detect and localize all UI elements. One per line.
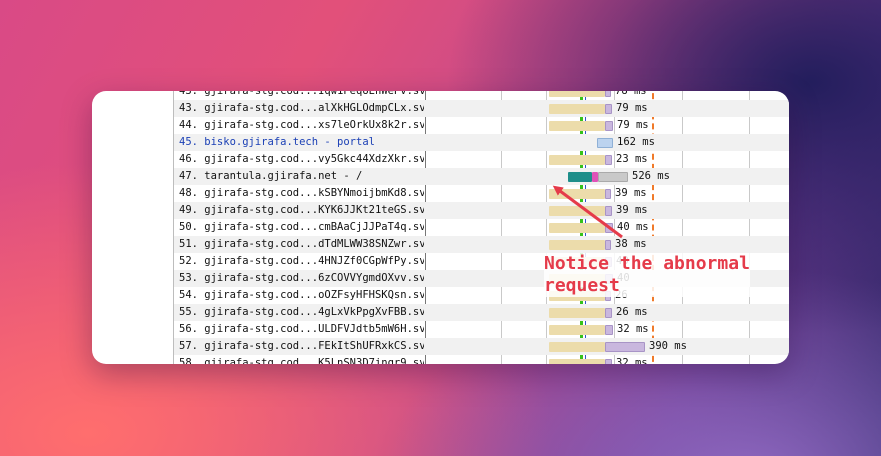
waterfall-panel: 43. gjirafa-stg.cod...Iqw1PeqUEnWePv.svg…: [92, 91, 789, 364]
annotation-arrow: [552, 185, 623, 239]
